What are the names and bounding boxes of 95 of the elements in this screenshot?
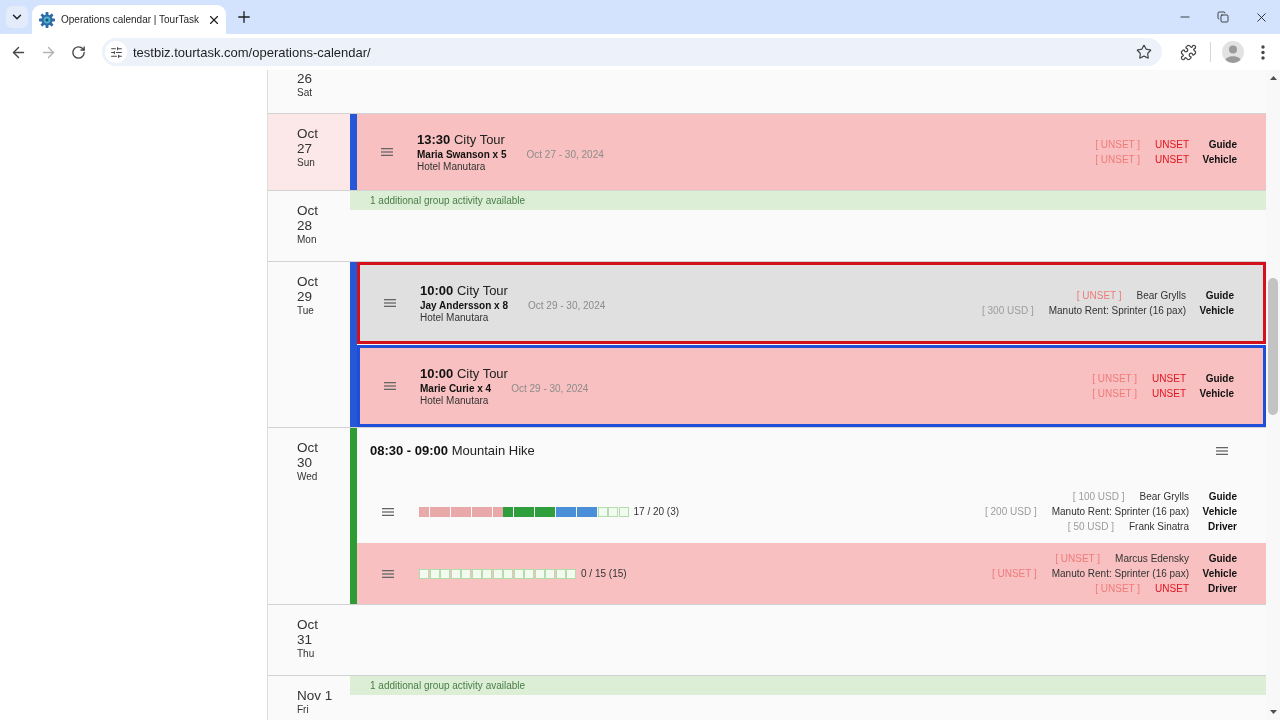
availability-notice: 1 additional group activity available (350, 191, 1266, 210)
tour-dates: Oct 29 - 30, 2024 (511, 381, 589, 395)
resource-cost: [ UNSET ] (1095, 138, 1141, 152)
scrollbar-thumb[interactable] (1268, 278, 1278, 415)
menu-icon[interactable] (384, 299, 396, 307)
resource-assignee: UNSET (1152, 372, 1186, 386)
resource-role: Vehicle (1201, 153, 1237, 167)
tour-card[interactable]: 10:00 City Tour Jay Andersson x 8 Oct 29 - 30, 2024 Hotel Manutara [ UNSET ] Bear Grylls Guide [ 300 USD ] Manuto Rent: Sprinter (16 pax) Vehicle (357, 262, 1266, 344)
menu-icon[interactable] (382, 507, 394, 516)
reload-icon (70, 44, 86, 60)
triangle-down-icon (1269, 710, 1277, 714)
resource-assignee: Manuto Rent: Sprinter (16 pax) (1048, 304, 1186, 318)
resource-role: Vehicle (1198, 304, 1234, 318)
resource-cost: [ 50 USD ] (1067, 520, 1114, 534)
resource-cost: [ UNSET ] (1092, 372, 1138, 386)
date-label: Oct 27 (297, 126, 319, 156)
scrollbar-track[interactable] (1266, 70, 1280, 720)
resource-assignee: UNSET (1155, 138, 1189, 152)
tour-title: 10:00 City Tour (420, 365, 509, 382)
guest-name: Jay Andersson x 8 (420, 298, 508, 312)
date-label: Oct 29 (297, 274, 319, 304)
resource-role: Vehicle (1201, 505, 1237, 519)
resource-assignee: Manuto Rent: Sprinter (16 pax) (1051, 505, 1189, 519)
bookmark-button[interactable] (1134, 42, 1154, 62)
address-bar[interactable]: testbiz.tourtask.com/operations-calendar/ (102, 38, 1162, 66)
tour-card[interactable]: 10:00 City Tour Marie Curie x 4 Oct 29 - 30, 2024 Hotel Manutara [ UNSET ] UNSET Guide [ UNSET ] UNSET Vehicle (357, 345, 1266, 427)
resource-role: Driver (1207, 582, 1237, 596)
resource-cost: [ UNSET ] (1095, 582, 1141, 596)
capacity-count: 0 / 15 (15) (581, 568, 627, 579)
puzzle-icon (1179, 43, 1197, 61)
restore-icon (1217, 11, 1229, 23)
browser-tab[interactable]: Operations calendar | TourTask (32, 5, 226, 34)
weekday-label: Mon (297, 233, 317, 246)
tab-list-button[interactable] (6, 6, 28, 28)
resource-cost: [ UNSET ] (1095, 153, 1141, 167)
gear-icon (39, 11, 55, 28)
tour-title: 10:00 City Tour (420, 282, 509, 299)
resource-assignee: UNSET (1152, 387, 1186, 401)
resource-assignee: Bear Grylls (1139, 490, 1189, 504)
menu-icon[interactable] (1216, 447, 1228, 455)
guest-name: Maria Swanson x 5 (417, 147, 507, 161)
resource-cost: [ UNSET ] (1076, 289, 1122, 303)
resource-cost: [ 300 USD ] (982, 304, 1034, 318)
hotel-name: Hotel Manutara (420, 311, 490, 324)
menu-icon[interactable] (382, 569, 394, 578)
resource-role: Guide (1207, 552, 1237, 566)
date-label: Oct 31 (297, 617, 319, 647)
resource-assignee: UNSET (1155, 582, 1189, 596)
resource-assignee: Manuto Rent: Sprinter (16 pax) (1051, 567, 1189, 581)
weekday-label: Sat (297, 86, 312, 99)
resource-role: Driver (1207, 520, 1237, 534)
weekday-label: Thu (297, 647, 315, 660)
resource-role: Vehicle (1198, 387, 1234, 401)
resource-cost: [ UNSET ] (1055, 552, 1101, 566)
weekday-label: Tue (297, 304, 314, 317)
avatar-icon (1222, 41, 1244, 63)
hotel-name: Hotel Manutara (420, 394, 490, 407)
star-icon (1136, 44, 1152, 60)
resource-cost: [ UNSET ] (991, 567, 1037, 581)
tour-title: 13:30 City Tour (417, 131, 506, 148)
hotel-name: Hotel Manutara (417, 160, 487, 173)
tour-dates: Oct 29 - 30, 2024 (528, 298, 606, 312)
triangle-up-icon (1269, 76, 1277, 80)
weekday-label: Sun (297, 156, 315, 169)
resource-role: Guide (1207, 138, 1237, 152)
menu-icon[interactable] (381, 148, 393, 156)
resource-assignee: UNSET (1155, 153, 1189, 167)
resource-cost: [ 200 USD ] (985, 505, 1037, 519)
resource-cost: [ UNSET ] (1092, 387, 1138, 401)
resource-role: Vehicle (1201, 567, 1237, 581)
availability-notice: 1 additional group activity available (350, 676, 1266, 695)
weekday-label: Fri (297, 703, 309, 716)
guest-name: Marie Curie x 4 (420, 381, 492, 395)
tour-dates: Oct 27 - 30, 2024 (526, 147, 604, 161)
tour-card[interactable]: 13:30 City Tour Maria Swanson x 5 Oct 27 - 30, 2024 Hotel Manutara [ UNSET ] UNSET Guide [ UNSET ] UNSET Vehicle (357, 114, 1266, 190)
capacity-count: 17 / 20 (3) (633, 506, 680, 517)
resource-role: Guide (1204, 372, 1234, 386)
weekday-label: Wed (297, 470, 318, 483)
resource-role: Guide (1204, 289, 1234, 303)
resource-assignee: Marcus Edensky (1115, 552, 1189, 566)
resource-assignee: Bear Grylls (1136, 289, 1186, 303)
date-label: Nov 1 (297, 688, 334, 703)
booking-row[interactable]: 0 / 15 (15) [ UNSET ] Marcus Edensky Guide [ UNSET ] Manuto Rent: Sprinter (16 pax) Vehicle [ UNSET ] UNSET Driver (357, 543, 1266, 604)
group-title: 08:30 - 09:00 Mountain Hike (370, 443, 535, 459)
menu-icon[interactable] (384, 382, 396, 390)
more-icon (1261, 44, 1265, 60)
date-label: Oct 28 (297, 203, 319, 233)
date-label: Oct 30 (297, 440, 319, 470)
tune-icon (109, 45, 123, 59)
resource-role: Guide (1207, 490, 1237, 504)
date-label: 26 (297, 71, 314, 86)
resource-assignee: Frank Sinatra (1128, 520, 1189, 534)
resource-cost: [ 100 USD ] (1072, 490, 1125, 504)
site-info-button[interactable] (105, 41, 127, 63)
plus-icon (235, 8, 253, 26)
